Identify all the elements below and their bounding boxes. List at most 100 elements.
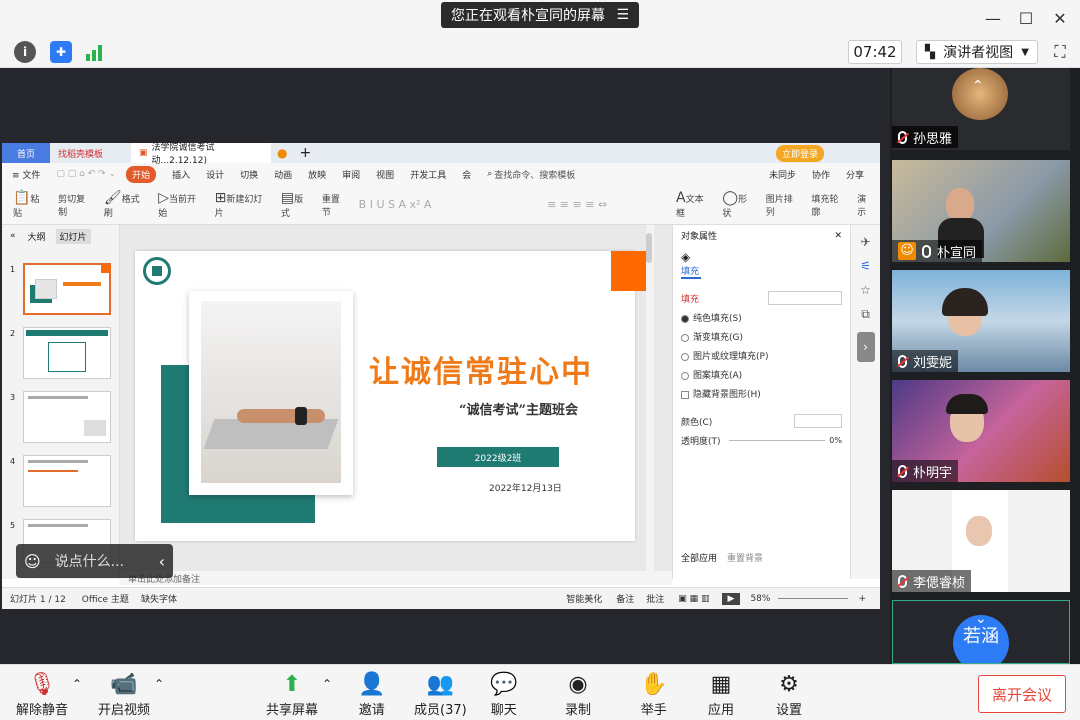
menu-view[interactable]: 视图 <box>376 168 394 181</box>
signal-icon[interactable] <box>84 42 106 62</box>
search-command[interactable]: 查找命令、搜索模板 <box>494 168 575 181</box>
chevron-up-icon[interactable]: ⌃ <box>154 677 164 691</box>
record-button[interactable]: ◉ 录制 <box>565 671 591 718</box>
color-select[interactable] <box>794 414 842 428</box>
font-controls[interactable]: B I U S A x² A <box>359 198 537 211</box>
menu-animation[interactable]: 动画 <box>274 168 292 181</box>
slide-thumb-1[interactable] <box>23 263 111 315</box>
chat-button[interactable]: 💬 聊天 <box>490 671 517 718</box>
shield-icon[interactable]: ✚ <box>50 41 72 63</box>
quick-access-icons[interactable]: ▢ ▢ ⌂ ↶ ↷ ⌄ <box>56 169 116 179</box>
cut-button[interactable]: 剪切复制 <box>58 192 94 218</box>
comment-button[interactable]: 批注 <box>646 592 664 605</box>
members-button[interactable]: 👥 成员(37) <box>414 671 467 718</box>
fill-option-solid[interactable]: 纯色填充(S) <box>681 311 842 324</box>
chevron-left-icon[interactable]: ‹ <box>159 552 165 571</box>
menu-devtools[interactable]: 开发工具 <box>410 168 446 181</box>
missing-font-button[interactable]: 缺失字体 <box>141 592 177 605</box>
slide-thumb-4[interactable] <box>23 455 111 507</box>
play-from-current-button[interactable]: ▷当前开始 <box>158 190 204 219</box>
tab-home[interactable]: 首页 <box>2 143 50 163</box>
smile-icon[interactable]: ☺ <box>24 552 41 571</box>
chevron-up-icon[interactable]: ⌃ <box>322 677 332 691</box>
fullscreen-icon[interactable]: ⛶ <box>1050 42 1070 62</box>
view-mode-icons[interactable]: ▣ ▦ ▥ <box>678 594 709 604</box>
format-painter-button[interactable]: 🖌格式刷 <box>104 190 148 219</box>
paint-bucket-icon[interactable]: ◈ <box>681 250 842 264</box>
section-button[interactable]: 重置节 <box>322 192 349 218</box>
menu-transition[interactable]: 切换 <box>240 168 258 181</box>
unmute-button[interactable]: 🎙 解除静音 <box>16 671 68 718</box>
raise-hand-button[interactable]: ✋ 举手 <box>640 671 667 718</box>
textbox-button[interactable]: A文本框 <box>676 190 712 219</box>
zoom-slider[interactable] <box>778 598 849 599</box>
tab-template[interactable]: 找稻壳模板 <box>50 143 111 163</box>
close-icon[interactable]: ✕ <box>834 231 842 241</box>
play-button[interactable]: ▶ <box>721 592 741 605</box>
list-icon[interactable]: ☰ <box>616 7 629 23</box>
chevron-down-icon[interactable]: ⌄ <box>975 611 987 627</box>
chevron-right-icon[interactable]: › <box>856 332 875 362</box>
tab-slides[interactable]: 幻灯片 <box>55 228 91 244</box>
tab-fill[interactable]: 填充 <box>681 264 701 279</box>
paragraph-controls[interactable]: ≡ ≡ ≡ ≡ ⇔ <box>547 198 666 211</box>
tab-outline[interactable]: 大纲 <box>28 230 46 243</box>
zoom-value[interactable]: 58% <box>750 594 770 604</box>
add-tab-icon[interactable]: + <box>300 145 312 161</box>
shape-button[interactable]: ◯形状 <box>722 190 755 219</box>
notes-button[interactable]: 备注 <box>616 592 634 605</box>
star-icon[interactable]: ☆ <box>851 283 880 297</box>
presenter-view-button[interactable]: ▚ 演讲者视图 ▼ <box>916 40 1038 64</box>
share-banner[interactable]: 您正在观看朴宣同的屏幕 ☰ <box>441 2 639 28</box>
arrange-button[interactable]: 图片排列 <box>766 192 802 218</box>
sync-status[interactable]: 未同步 <box>769 168 796 181</box>
menu-slideshow[interactable]: 放映 <box>308 168 326 181</box>
login-button[interactable]: 立即登录 <box>775 144 824 162</box>
menu-start[interactable]: 开始 <box>126 165 157 183</box>
participant-tile[interactable]: 刘雯妮 <box>892 270 1070 372</box>
copy-icon[interactable]: ⧉ <box>851 307 880 322</box>
fill-button[interactable]: 填充轮廓 <box>811 192 847 218</box>
reset-bg-button[interactable]: 重置背景 <box>727 551 763 564</box>
layout-button[interactable]: ▤版式 <box>281 190 312 219</box>
chat-bubble[interactable]: ☺ 说点什么... ‹ <box>16 544 173 578</box>
menu-file[interactable]: ≡ 文件 <box>12 168 40 181</box>
slide-thumb-2[interactable] <box>23 327 111 379</box>
hide-bg-checkbox[interactable]: 隐藏背景图形(H) <box>681 387 842 400</box>
minimize-button[interactable]: — <box>983 8 1003 28</box>
apps-button[interactable]: ▦ 应用 <box>708 671 734 718</box>
fill-type-select[interactable] <box>768 291 842 305</box>
search-icon[interactable]: ⌕ <box>487 169 492 179</box>
canvas-scrollbar[interactable] <box>646 225 654 579</box>
participant-tile[interactable]: 若涵 ⌄ <box>892 600 1070 664</box>
settings-sliders-icon[interactable]: ⚟ <box>851 259 880 273</box>
participant-tile[interactable]: 李偲睿桢 <box>892 490 1070 592</box>
paste-button[interactable]: 📋粘贴 <box>13 190 48 219</box>
share-doc-button[interactable]: 分享 <box>846 168 864 181</box>
pin-icon[interactable]: ✈ <box>851 235 880 249</box>
fill-option-pattern[interactable]: 图案填充(A) <box>681 368 842 381</box>
menu-more[interactable]: 会 <box>462 168 471 181</box>
collab-button[interactable]: 协作 <box>812 168 830 181</box>
slide-thumb-3[interactable] <box>23 391 111 443</box>
close-button[interactable]: ✕ <box>1050 8 1070 28</box>
chevron-up-icon[interactable]: ⌃ <box>72 677 82 691</box>
leave-meeting-button[interactable]: 离开会议 <box>978 675 1066 713</box>
info-icon[interactable]: i <box>14 41 36 63</box>
chevron-up-icon[interactable]: ⌃ <box>972 78 984 94</box>
collapse-icon[interactable]: « <box>10 231 16 241</box>
tab-document[interactable]: ▣ 法学院诚信考试动...2.12.12) <box>131 143 272 166</box>
apply-all-button[interactable]: 全部应用 <box>681 551 717 564</box>
menu-insert[interactable]: 插入 <box>172 168 190 181</box>
settings-button[interactable]: ⚙ 设置 <box>776 671 802 718</box>
share-screen-button[interactable]: ⬆ 共享屏幕 <box>266 671 318 718</box>
new-slide-button[interactable]: ⊞新建幻灯片 <box>215 190 271 219</box>
present-button[interactable]: 演示 <box>857 192 875 218</box>
participant-tile[interactable]: ☺ 朴宣同 <box>892 160 1070 262</box>
notes-field[interactable]: 单击此处添加备注 <box>120 571 672 585</box>
invite-button[interactable]: 👤 邀请 <box>358 671 385 718</box>
zoom-in-icon[interactable]: + <box>858 594 866 604</box>
beautify-button[interactable]: 智能美化 <box>566 592 602 605</box>
participant-tile[interactable]: 朴明宇 <box>892 380 1070 482</box>
transparency-slider[interactable] <box>728 440 826 441</box>
